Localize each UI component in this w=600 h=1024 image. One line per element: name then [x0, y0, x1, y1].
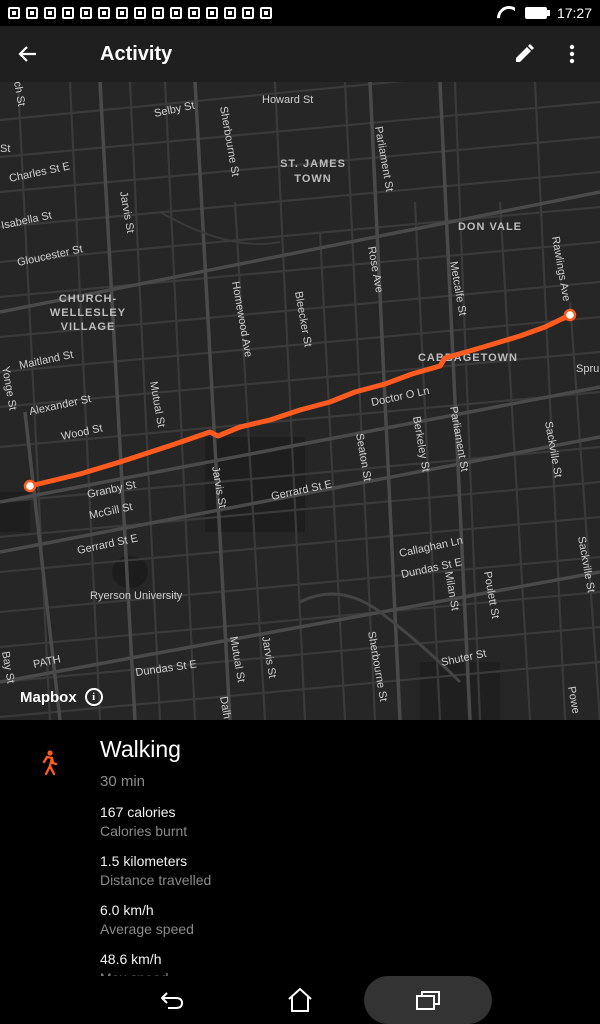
map-canvas: Howard St Selby St Charles St E Isabella… — [0, 82, 600, 720]
more-vert-icon — [569, 44, 575, 64]
route-start-marker — [23, 479, 37, 493]
notification-icon — [116, 7, 128, 19]
map-label: Homewood Ave — [229, 280, 254, 358]
activity-duration: 30 min — [100, 773, 146, 790]
notification-icon — [8, 7, 20, 19]
notification-icon — [98, 7, 110, 19]
mapbox-attribution: Mapbox i — [20, 688, 103, 706]
notification-icon — [152, 7, 164, 19]
nav-recents-button[interactable] — [364, 976, 492, 1024]
more-options-button[interactable] — [548, 26, 596, 82]
stat-value: 6.0 km/h — [100, 902, 154, 918]
activity-summary: Walking 30 min 167 calories Calories bur… — [100, 736, 211, 986]
map-label: Rose Ave — [365, 245, 385, 293]
map-label: Mutual St — [227, 635, 247, 683]
map-label: Selby St — [153, 100, 196, 120]
status-bar: 17:27 — [0, 0, 600, 26]
arrow-left-icon — [18, 46, 36, 62]
map-label: Bay St — [0, 650, 16, 684]
map-label: Alexander St — [28, 393, 92, 418]
nav-back-icon — [161, 992, 183, 1009]
stat-label: Distance travelled — [100, 872, 212, 888]
edit-button[interactable] — [500, 26, 548, 82]
map-label: ST. JAMES — [280, 158, 346, 170]
app-bar: Activity — [0, 26, 600, 82]
route-end-marker — [563, 308, 577, 322]
map-label: PATH — [32, 653, 62, 671]
map-label: Ryerson University — [90, 590, 183, 602]
map-label: Dalh — [217, 695, 233, 719]
notification-icon — [44, 7, 56, 19]
notification-icon — [26, 7, 38, 19]
map-label: CHURCH- — [59, 293, 117, 305]
map-label: Spru — [576, 363, 599, 375]
mapbox-logo: Mapbox — [20, 688, 77, 706]
map-label: TOWN — [294, 173, 331, 185]
notification-icon — [242, 7, 254, 19]
back-button[interactable] — [0, 26, 56, 82]
notification-icon — [62, 7, 74, 19]
stat-value: 167 calories — [100, 804, 176, 820]
stat-distance: 1.5 kilometers Distance travelled — [100, 853, 211, 888]
map-label: Sherbourne St — [217, 105, 241, 177]
notification-icon — [224, 7, 236, 19]
page-title: Activity — [100, 42, 173, 65]
activity-name: Walking — [100, 736, 181, 762]
map-label: Sackville St — [542, 420, 564, 478]
map-label: WELLESLEY — [50, 307, 126, 319]
map-label: St — [0, 143, 10, 155]
map-label: DON VALE — [458, 221, 522, 233]
system-nav-bar — [0, 976, 600, 1024]
stat-label: Calories burnt — [100, 823, 188, 839]
map-label: Sackville St — [575, 535, 597, 593]
walking-icon — [38, 750, 60, 781]
map-label: Sherbourne St — [365, 630, 389, 702]
recents-icon — [416, 991, 440, 1010]
status-time: 17:27 — [556, 5, 592, 21]
status-right: 17:27 — [497, 5, 592, 21]
home-icon — [288, 988, 312, 1012]
nav-back-button[interactable] — [140, 976, 204, 1024]
map-label: McGill St — [88, 501, 134, 522]
map-label: Powe — [565, 685, 582, 714]
stat-calories: 167 calories Calories burnt — [100, 804, 211, 839]
map-label: Doctor O Ln — [370, 385, 431, 409]
stat-value: 48.6 km/h — [100, 951, 162, 967]
map-label: Yonge St — [0, 365, 19, 411]
stat-average-speed: 6.0 km/h Average speed — [100, 902, 211, 937]
route-map[interactable]: Howard St Selby St Charles St E Isabella… — [0, 82, 600, 720]
activity-details: Walking 30 min 167 calories Calories bur… — [0, 720, 600, 986]
notification-icon — [80, 7, 92, 19]
map-label: Dundas St E — [135, 658, 198, 678]
notification-icon — [188, 7, 200, 19]
map-label: Mutual St — [147, 380, 167, 428]
map-label: VILLAGE — [61, 321, 116, 333]
map-label: Parliament St — [447, 405, 470, 472]
notification-icon — [206, 7, 218, 19]
info-icon[interactable]: i — [84, 688, 103, 706]
nav-home-button[interactable] — [268, 976, 332, 1024]
map-label: Bleecker St — [292, 290, 314, 347]
wifi-icon — [497, 6, 515, 20]
notification-icon — [134, 7, 146, 19]
map-label: Jarvis St — [117, 190, 136, 234]
notification-icon — [170, 7, 182, 19]
map-label: Charles St E — [8, 160, 71, 185]
map-label: Howard St — [262, 94, 313, 106]
notification-icon — [260, 7, 272, 19]
stat-label: Average speed — [100, 921, 194, 937]
map-label: Isabella St — [0, 210, 53, 232]
map-label: ch St — [11, 82, 27, 107]
battery-icon — [524, 7, 550, 19]
pencil-icon — [516, 44, 534, 62]
map-label: Seaton St — [353, 432, 373, 482]
notification-icons — [8, 7, 272, 19]
stat-value: 1.5 kilometers — [100, 853, 188, 869]
